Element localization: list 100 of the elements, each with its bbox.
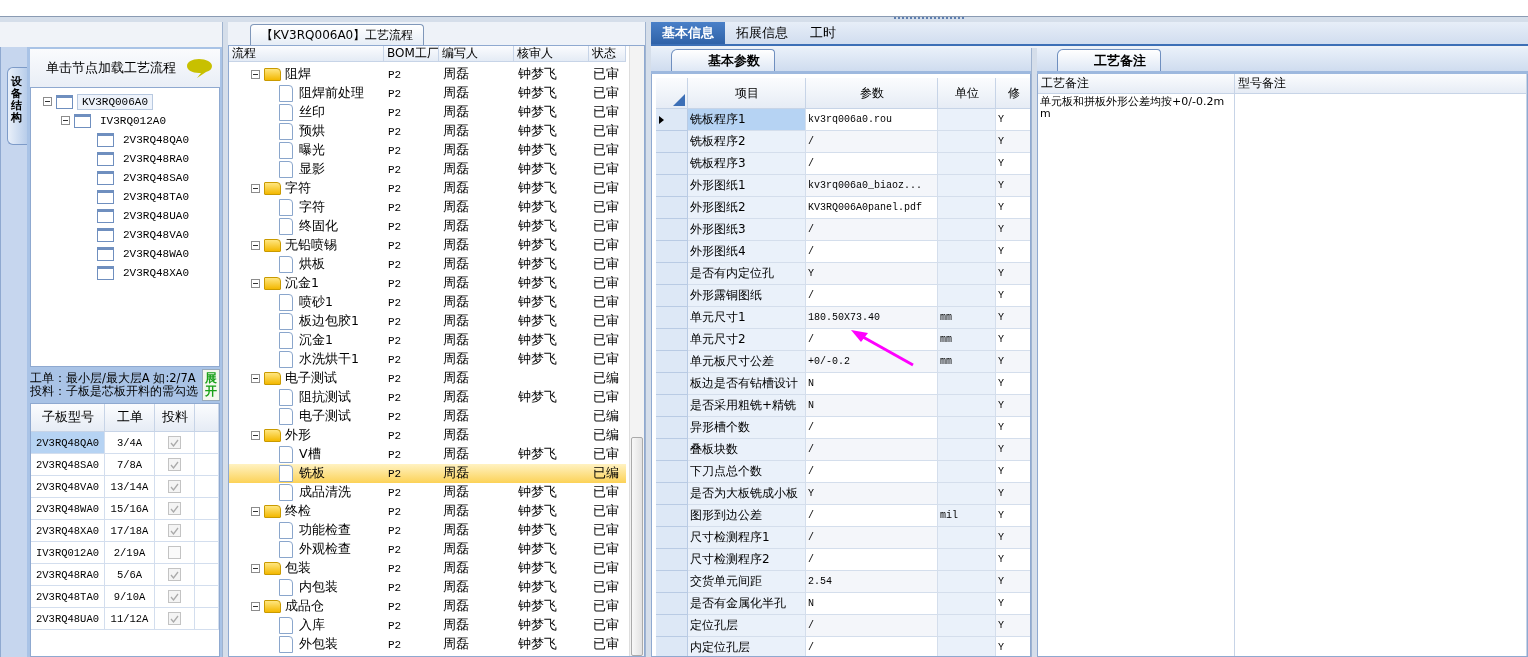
collapse-icon[interactable] <box>251 374 260 383</box>
tree-item[interactable]: 外包装 <box>229 635 384 654</box>
tree-item[interactable]: 阻焊前处理 <box>229 84 384 103</box>
tree-item[interactable]: 电子测试 <box>229 369 384 388</box>
checkbox[interactable] <box>168 458 181 471</box>
table-cell[interactable]: 异形槽个数 <box>688 417 806 439</box>
table-cell[interactable]: 交货单元间距 <box>688 571 806 593</box>
table-cell[interactable]: 尺寸检测程序1 <box>688 527 806 549</box>
tree-item[interactable]: 成品清洗 <box>229 483 384 502</box>
tree-item[interactable]: 沉金1 <box>229 274 384 293</box>
table-cell[interactable]: 铣板程序1 <box>688 109 806 131</box>
collapse-icon[interactable] <box>251 70 260 79</box>
tree-item[interactable]: 水洗烘干1 <box>229 350 384 369</box>
tree-item[interactable]: 2V3RQ48VA0 <box>118 226 194 243</box>
tree-item[interactable]: 2V3RQ48UA0 <box>118 207 194 224</box>
tree-item[interactable]: 烘板 <box>229 255 384 274</box>
table-cell[interactable]: 2V3RQ48QA0 <box>31 432 105 454</box>
table-cell[interactable]: 是否为大板铣成小板 <box>688 483 806 505</box>
tree-item[interactable]: 预烘 <box>229 122 384 141</box>
tree-item[interactable]: 包装 <box>229 559 384 578</box>
collapse-icon[interactable] <box>251 602 260 611</box>
tree-item[interactable]: 铣板 <box>229 464 384 483</box>
collapse-icon[interactable] <box>251 279 260 288</box>
checkbox[interactable] <box>168 502 181 515</box>
table-cell[interactable]: 外形图纸2 <box>688 197 806 219</box>
table-cell[interactable]: 板边是否有钻槽设计 <box>688 373 806 395</box>
tree-item[interactable]: 成品仓 <box>229 597 384 616</box>
table-cell[interactable]: 2V3RQ48XA0 <box>31 520 105 542</box>
table-cell[interactable]: 下刀点总个数 <box>688 461 806 483</box>
tree-item[interactable]: 字符 <box>229 198 384 217</box>
table-cell[interactable]: 外形露铜图纸 <box>688 285 806 307</box>
collapse-icon[interactable] <box>61 116 70 125</box>
checkbox[interactable] <box>168 568 181 581</box>
scrollbar[interactable] <box>629 46 644 656</box>
tree-item[interactable]: 入库 <box>229 616 384 635</box>
collapse-icon[interactable] <box>251 507 260 516</box>
tree-item[interactable]: 喷砂1 <box>229 293 384 312</box>
tree-item[interactable]: IV3RQ012A0 <box>95 112 171 129</box>
checkbox[interactable] <box>168 524 181 537</box>
tree-item[interactable]: 沉金1 <box>229 331 384 350</box>
tree-item[interactable]: 2V3RQ48WA0 <box>118 245 194 262</box>
collapse-icon[interactable] <box>251 564 260 573</box>
tree-item[interactable]: 阻焊 <box>229 65 384 84</box>
table-cell[interactable]: 是否采用粗铣+精铣 <box>688 395 806 417</box>
tab[interactable]: 拓展信息 <box>725 22 799 44</box>
table-cell[interactable]: 2V3RQ48WA0 <box>31 498 105 520</box>
collapse-icon[interactable] <box>43 97 52 106</box>
tab[interactable]: 工时 <box>799 22 847 44</box>
table-cell[interactable]: 2V3RQ48RA0 <box>31 564 105 586</box>
tree-item[interactable]: 电子测试 <box>229 407 384 426</box>
checkbox[interactable] <box>168 480 181 493</box>
table-cell[interactable]: 外形图纸3 <box>688 219 806 241</box>
collapse-icon[interactable] <box>251 184 260 193</box>
tree-item[interactable]: 外形 <box>229 426 384 445</box>
table-cell[interactable]: 图形到边公差 <box>688 505 806 527</box>
vertical-tab[interactable]: 设备结构 <box>7 67 27 146</box>
tab[interactable]: 工艺备注 <box>1057 49 1161 71</box>
table-cell[interactable]: 单元板尺寸公差 <box>688 351 806 373</box>
table-cell[interactable]: 外形图纸4 <box>688 241 806 263</box>
table-cell[interactable]: 是否有内定位孔 <box>688 263 806 285</box>
table-cell[interactable]: 尺寸检测程序2 <box>688 549 806 571</box>
table-cell[interactable]: 铣板程序3 <box>688 153 806 175</box>
table-cell[interactable]: 定位孔层 <box>688 615 806 637</box>
table-cell[interactable]: 2V3RQ48SA0 <box>31 454 105 476</box>
tree-item[interactable]: 内包装 <box>229 578 384 597</box>
tree-item[interactable]: 字符 <box>229 179 384 198</box>
tree-item[interactable]: 丝印 <box>229 103 384 122</box>
tree-item[interactable]: 显影 <box>229 160 384 179</box>
checkbox[interactable] <box>168 436 181 449</box>
table-cell[interactable]: 是否有金属化半孔 <box>688 593 806 615</box>
tree-item[interactable]: 功能检查 <box>229 521 384 540</box>
checkbox[interactable] <box>168 546 181 559</box>
checkbox[interactable] <box>168 590 181 603</box>
checkbox[interactable] <box>168 612 181 625</box>
table-cell[interactable]: 2V3RQ48VA0 <box>31 476 105 498</box>
tree-item[interactable]: 终固化 <box>229 217 384 236</box>
table-cell[interactable]: IV3RQ012A0 <box>31 542 105 564</box>
tree-item[interactable]: 外观检查 <box>229 540 384 559</box>
tab[interactable]: 基本信息 <box>651 22 725 44</box>
table-cell[interactable]: 2V3RQ48UA0 <box>31 608 105 630</box>
tree-item[interactable]: KV3RQ006A0 <box>77 93 153 110</box>
collapse-icon[interactable] <box>251 241 260 250</box>
table-cell[interactable]: 2V3RQ48TA0 <box>31 586 105 608</box>
tree-item[interactable]: 2V3RQ48TA0 <box>118 188 194 205</box>
tree-item[interactable]: 曝光 <box>229 141 384 160</box>
tree-item[interactable]: V槽 <box>229 445 384 464</box>
tree-item[interactable]: 板边包胶1 <box>229 312 384 331</box>
row-header[interactable] <box>656 109 688 131</box>
tree-item[interactable]: 终检 <box>229 502 384 521</box>
table-cell[interactable]: 外形图纸1 <box>688 175 806 197</box>
table-cell[interactable]: 叠板块数 <box>688 439 806 461</box>
table-cell[interactable]: 单元尺寸1 <box>688 307 806 329</box>
table-cell[interactable]: 内定位孔层 <box>688 637 806 656</box>
collapse-icon[interactable] <box>251 431 260 440</box>
table-cell[interactable]: 单元尺寸2 <box>688 329 806 351</box>
table-cell[interactable]: 铣板程序2 <box>688 131 806 153</box>
tree-item[interactable]: 无铅喷锡 <box>229 236 384 255</box>
tree-item[interactable]: 2V3RQ48QA0 <box>118 131 194 148</box>
tab[interactable]: 基本参数 <box>671 49 775 71</box>
tree-item[interactable]: 2V3RQ48SA0 <box>118 169 194 186</box>
